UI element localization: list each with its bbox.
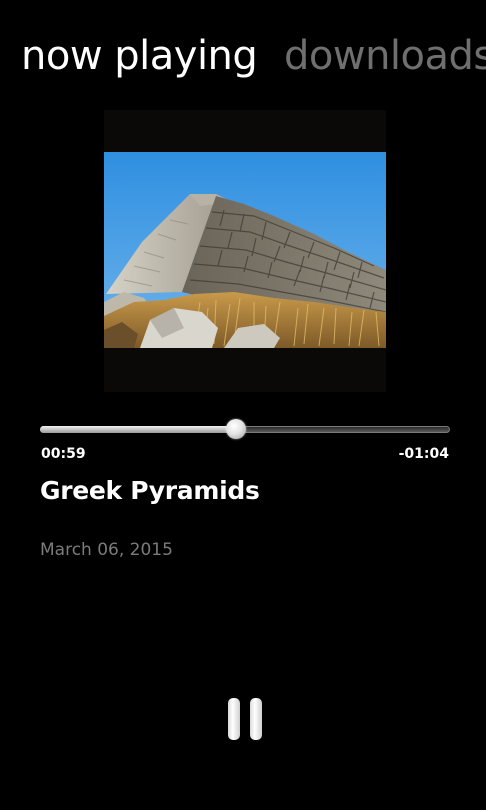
tab-downloads[interactable]: downloads: [284, 28, 486, 84]
pyramid-photo: [104, 152, 386, 348]
pivot-header: now playing downloads: [0, 0, 486, 100]
progress-slider[interactable]: [40, 415, 450, 445]
track-title: Greek Pyramids: [40, 476, 260, 505]
progress-thumb[interactable]: [226, 419, 246, 439]
track-date: March 06, 2015: [40, 540, 173, 560]
pause-bar-right: [250, 698, 262, 740]
remaining-time: -01:04: [398, 446, 449, 462]
elapsed-time: 00:59: [41, 446, 86, 462]
tab-now-playing[interactable]: now playing: [21, 28, 258, 84]
pause-button[interactable]: [222, 696, 268, 746]
progress-fill: [40, 426, 236, 433]
pause-bar-left: [228, 698, 240, 740]
album-artwork: [104, 110, 386, 392]
